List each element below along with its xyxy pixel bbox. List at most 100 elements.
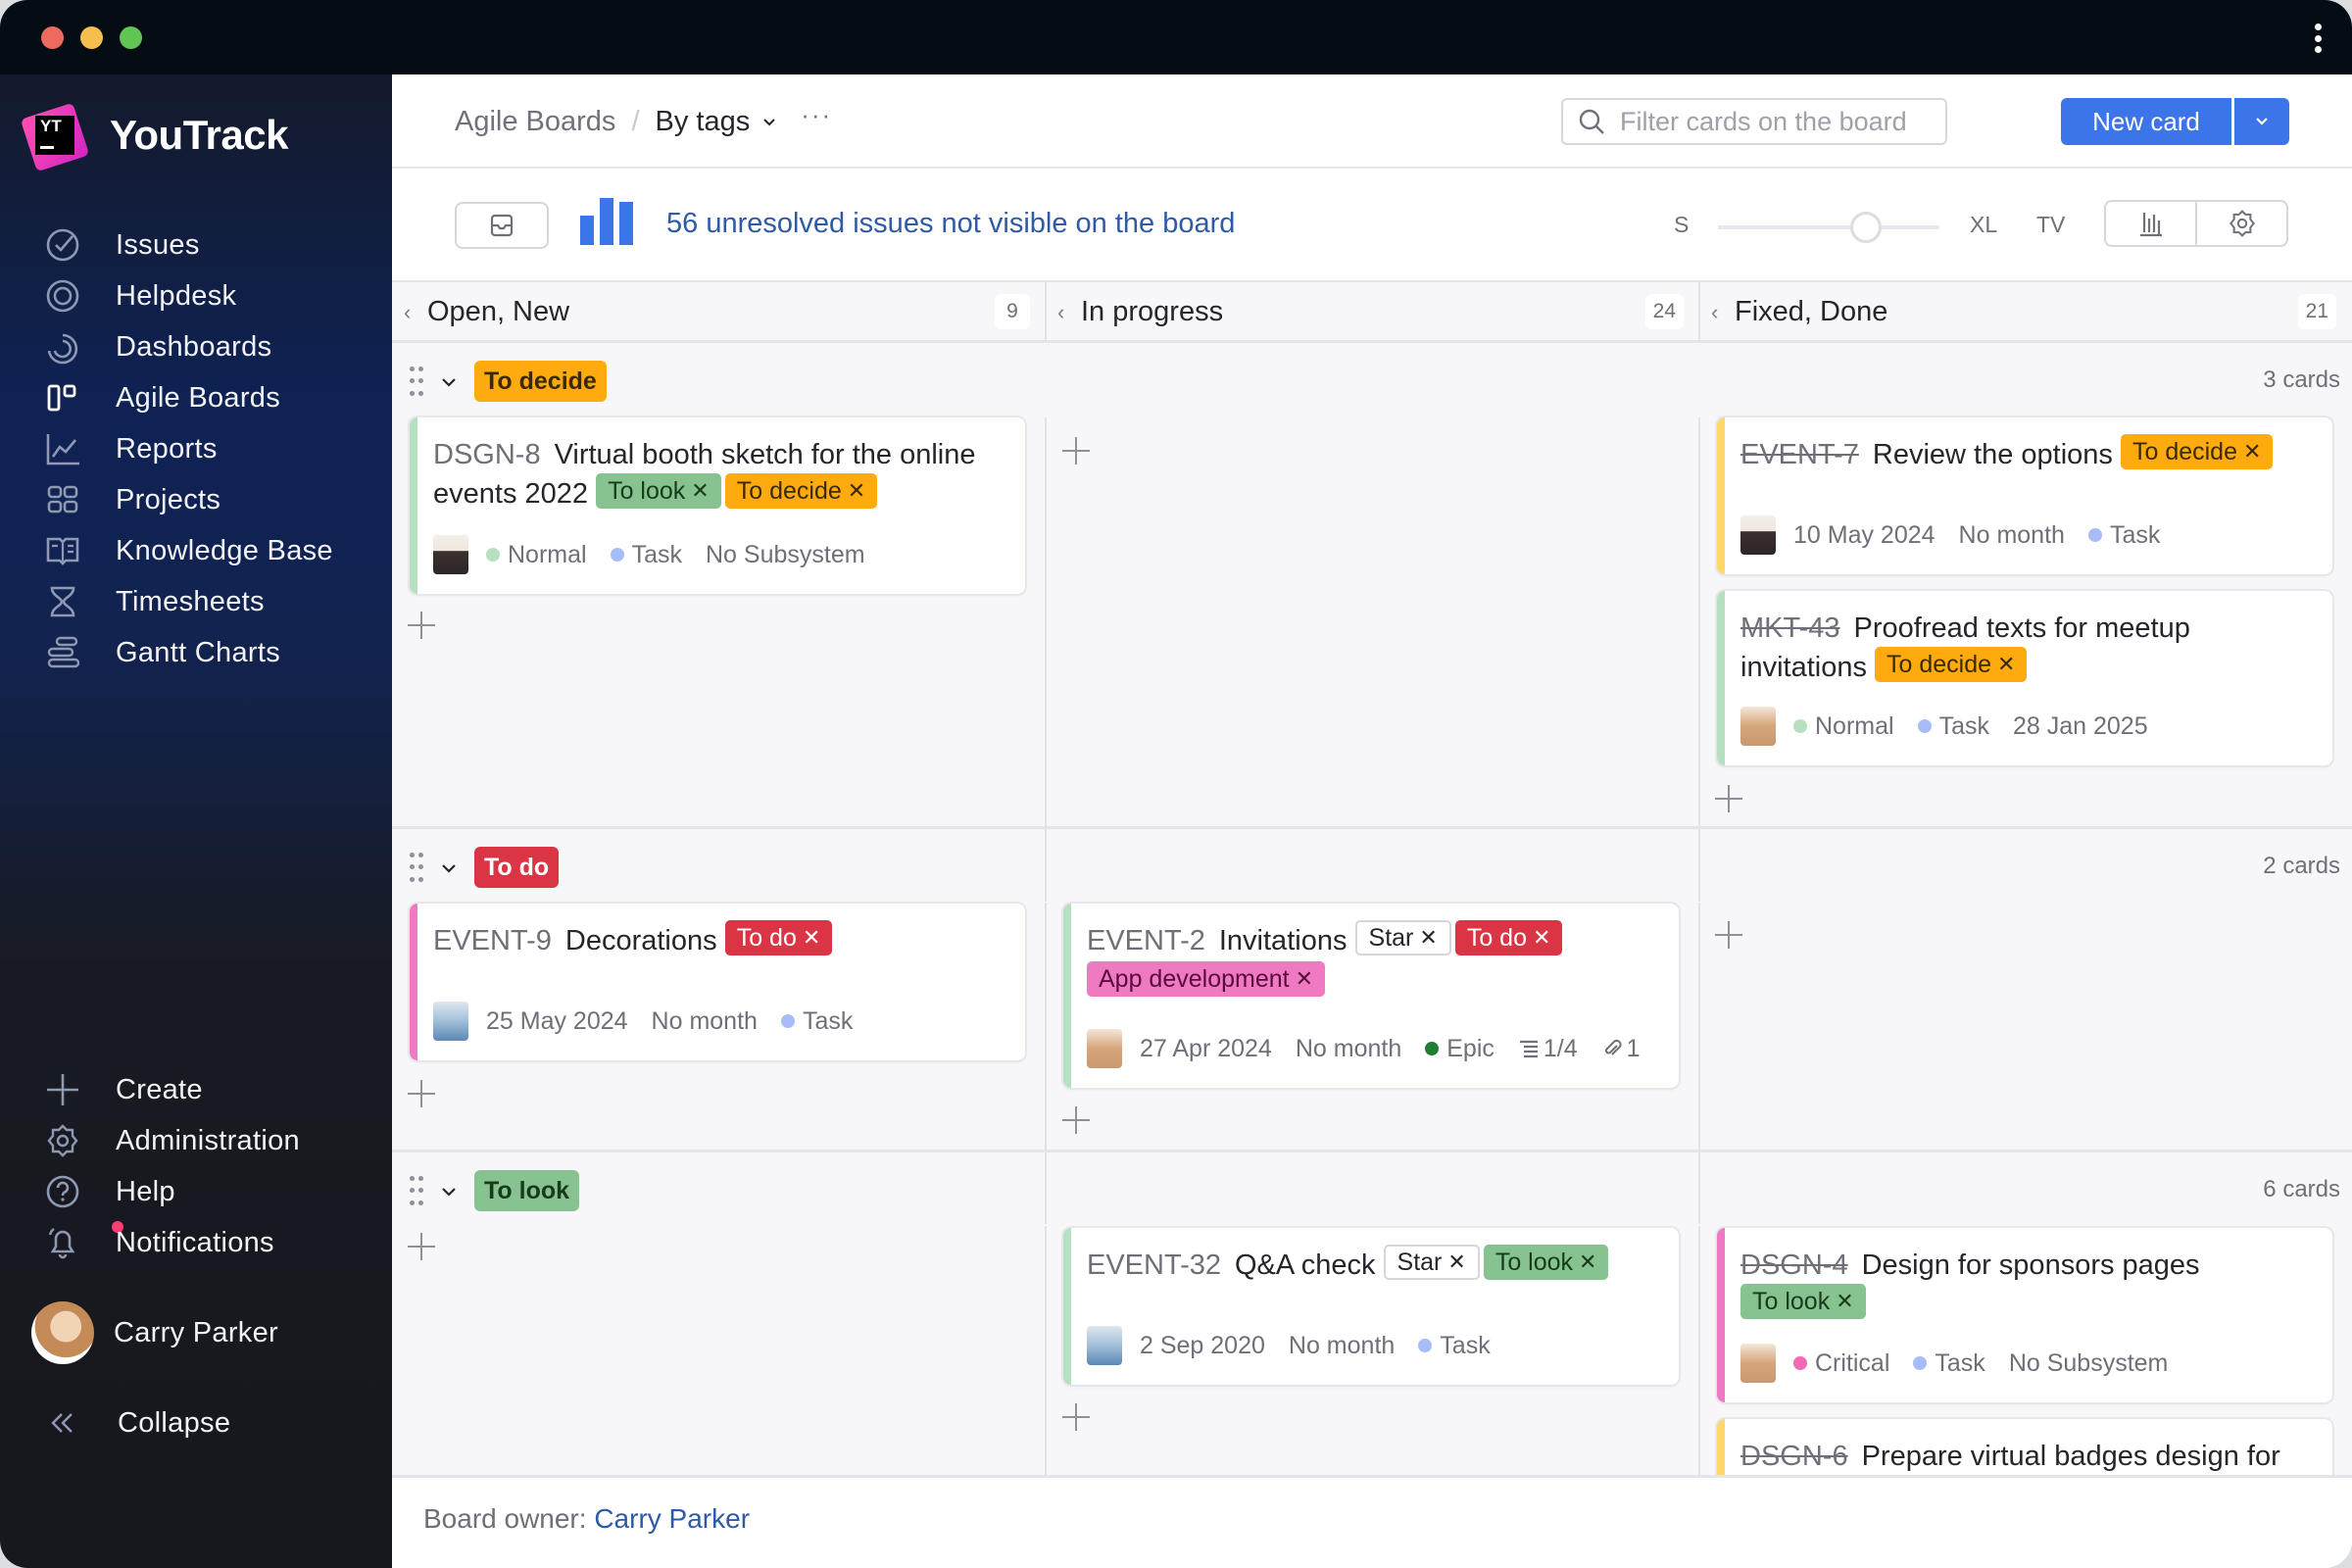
assignee-avatar[interactable] [1740,707,1776,746]
issue-id[interactable]: DSGN-8 [433,439,541,470]
issue-id[interactable]: EVENT-7 [1740,439,1859,470]
slider-handle[interactable] [1850,212,1883,243]
remove-tag-icon[interactable]: ✕ [848,473,865,509]
card-field[interactable]: Task [1917,712,1989,741]
card-size-small-label[interactable]: S [1674,212,1689,238]
tag-chip[interactable]: To decide ✕ [2120,434,2274,470]
drag-handle-icon[interactable] [410,853,423,882]
card-field[interactable]: Normal [486,541,587,569]
filter-search-box[interactable] [1561,98,1947,145]
card-field[interactable]: 10 May 2024 [1793,521,1936,550]
add-card-icon[interactable] [1062,1403,1090,1431]
add-card-icon[interactable] [1062,437,1090,465]
user-profile[interactable]: Carry Parker [0,1301,392,1364]
board-chart-button[interactable] [2106,202,2197,245]
tag-chip[interactable]: To do ✕ [724,920,833,956]
column-header-fixed-done[interactable]: ‹ Fixed, Done 21 [1699,282,2352,343]
collapse-column-icon[interactable]: ‹ [404,300,411,325]
issue-id[interactable]: EVENT-32 [1087,1250,1221,1281]
sidebar-item-notifications[interactable]: Notifications [0,1213,392,1272]
card-size-xl-label[interactable]: XL [1970,212,1997,238]
column-header-in-progress[interactable]: ‹ In progress 24 [1046,282,1699,343]
issue-card[interactable]: EVENT-32 Q&A check Star ✕ To look ✕ 2 Sep 202… [1063,1228,1679,1385]
issue-title[interactable]: Review the options [1873,439,2121,470]
card-field[interactable]: No Subsystem [706,541,865,569]
assignee-avatar[interactable] [1740,515,1776,555]
card-field[interactable]: 1 [1601,1035,1641,1063]
collapse-sidebar-button[interactable]: Collapse [0,1394,392,1452]
chevron-down-icon[interactable] [441,860,457,876]
board-selector[interactable]: By tags [656,106,751,138]
issue-title[interactable]: Decorations [565,925,725,956]
tag-chip[interactable]: To look ✕ [596,473,721,510]
card-field[interactable]: Task [780,1007,853,1036]
card-field[interactable]: Task [610,541,682,569]
card-field[interactable]: No month [1289,1332,1395,1360]
card-field[interactable]: 28 Jan 2025 [2013,712,2148,741]
remove-tag-icon[interactable]: ✕ [2243,434,2261,469]
board-settings-button[interactable] [2197,202,2286,245]
card-field[interactable]: 27 Apr 2024 [1140,1035,1272,1063]
issue-title[interactable]: Prepare virtual badges design for [1862,1441,2280,1472]
backlog-button[interactable] [455,202,549,249]
issue-card[interactable]: DSGN-8 Virtual booth sketch for the onlin… [410,417,1025,594]
card-field[interactable]: 2 Sep 2020 [1140,1332,1265,1360]
remove-tag-icon[interactable]: ✕ [1296,961,1313,997]
board-more-menu[interactable]: ··· [801,100,832,130]
issue-title[interactable]: Invitations [1219,925,1355,956]
issue-id[interactable]: DSGN-4 [1740,1250,1848,1281]
issue-title[interactable]: Design for sponsors pages [1862,1250,2200,1281]
new-card-dropdown-button[interactable] [2234,98,2289,145]
card-size-slider[interactable] [1718,212,1939,243]
assignee-avatar[interactable] [1087,1326,1122,1365]
tag-chip[interactable]: To decide ✕ [1875,647,2028,683]
column-header-open-new[interactable]: ‹ Open, New 9 [392,282,1046,343]
sidebar-item-dashboards[interactable]: Dashboards [0,318,392,376]
window-menu-icon[interactable] [2313,24,2323,53]
sidebar-item-administration[interactable]: Administration [0,1111,392,1170]
filter-input[interactable] [1620,106,1934,137]
issue-id[interactable]: MKT-43 [1740,612,1840,644]
board-owner-link[interactable]: Carry Parker [594,1503,750,1534]
card-field[interactable]: Epic [1425,1035,1494,1063]
issue-card[interactable]: EVENT-9 Decorations To do ✕ 25 May 2024 No m… [410,904,1025,1060]
card-field[interactable]: Task [2087,521,2160,550]
sidebar-item-knowledge-base[interactable]: Knowledge Base [0,521,392,580]
chevron-down-icon[interactable] [441,374,457,390]
sidebar-item-agile-boards[interactable]: Agile Boards [0,368,392,427]
maximize-window-button[interactable] [120,26,142,49]
assignee-avatar[interactable] [1087,1029,1122,1068]
tag-chip[interactable]: App development ✕ [1087,960,1326,997]
assignee-avatar[interactable] [433,1002,468,1041]
tag-chip[interactable]: Star ✕ [1354,920,1451,956]
issue-card[interactable]: MKT-43 Proofread texts for meetup invitat… [1717,591,2332,765]
card-field[interactable]: No month [652,1007,758,1036]
add-card-icon[interactable] [1715,785,1742,812]
breadcrumb-agile-boards[interactable]: Agile Boards [455,106,615,138]
issue-card[interactable]: DSGN-4 Design for sponsors pages To look ✕… [1717,1228,2332,1402]
remove-tag-icon[interactable]: ✕ [1447,1245,1465,1280]
sidebar-item-issues[interactable]: Issues [0,216,392,274]
sidebar-item-projects[interactable]: Projects [0,470,392,529]
remove-tag-icon[interactable]: ✕ [1533,920,1550,956]
add-card-icon[interactable] [408,1233,435,1260]
chevron-down-icon[interactable] [761,115,777,130]
remove-tag-icon[interactable]: ✕ [803,920,820,956]
issue-id[interactable]: EVENT-9 [433,925,552,956]
add-card-icon[interactable] [1715,921,1742,949]
app-logo[interactable]: YT YouTrack [20,102,288,172]
collapse-column-icon[interactable]: ‹ [1711,300,1718,325]
tag-chip[interactable]: To look ✕ [1483,1245,1609,1281]
remove-tag-icon[interactable]: ✕ [1579,1245,1596,1280]
issue-title[interactable]: Q&A check [1235,1250,1384,1281]
tag-chip[interactable]: Star ✕ [1383,1245,1480,1281]
issue-id[interactable]: EVENT-2 [1087,925,1205,956]
chevron-down-icon[interactable] [441,1184,457,1200]
sidebar-item-timesheets[interactable]: Timesheets [0,572,392,631]
remove-tag-icon[interactable]: ✕ [1997,647,2015,682]
add-card-icon[interactable] [408,612,435,639]
assignee-avatar[interactable] [1740,1344,1776,1383]
card-field[interactable]: No month [1959,521,2065,550]
card-field[interactable]: Normal [1793,712,1894,741]
card-field[interactable]: 25 May 2024 [486,1007,628,1036]
